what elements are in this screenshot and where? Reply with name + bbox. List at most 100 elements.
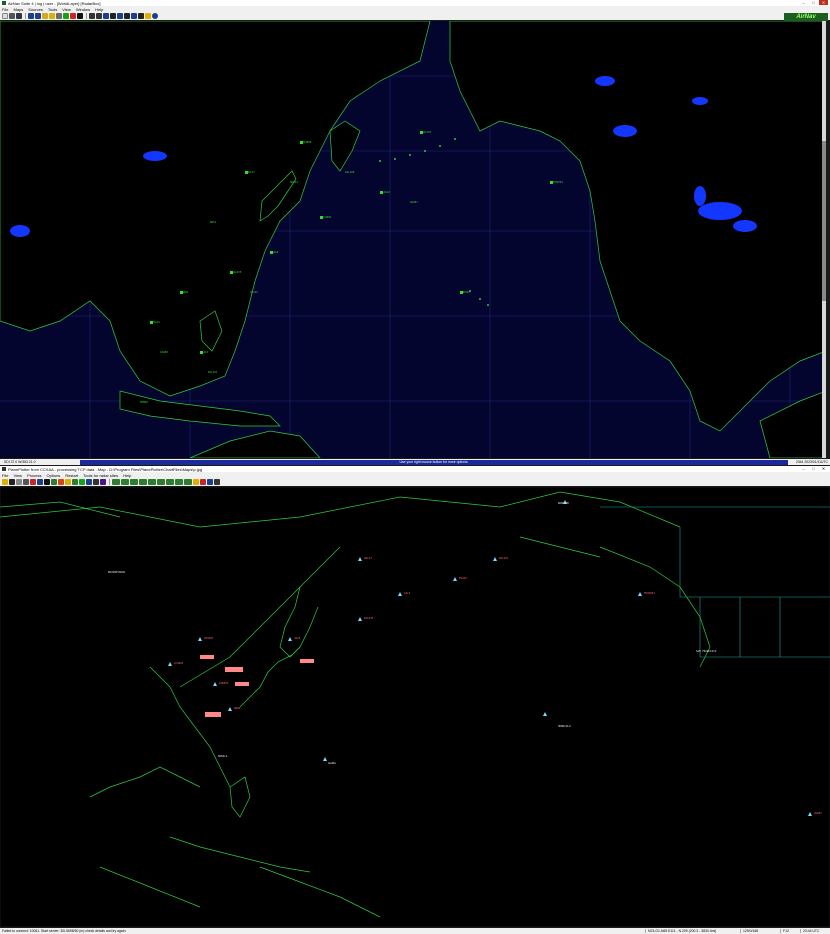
flight-label[interactable]: UAL27 xyxy=(247,171,255,174)
maximize-button[interactable]: □ xyxy=(809,466,818,471)
globe-icon[interactable] xyxy=(51,479,57,485)
flight-label[interactable]: FDX9051 xyxy=(552,181,563,184)
flight-label[interactable]: KAL035 xyxy=(364,617,373,620)
flight-label[interactable]: PAL101 xyxy=(208,371,217,374)
flight-label[interactable]: QFA15 xyxy=(250,291,258,294)
close-button[interactable]: ✕ xyxy=(819,0,828,5)
record-icon[interactable] xyxy=(70,13,76,19)
flight-label[interactable]: DAL167 xyxy=(499,557,508,560)
green-toggle-icon[interactable] xyxy=(184,479,192,485)
map-layer-icon[interactable] xyxy=(93,479,99,485)
aircraft-icon[interactable] xyxy=(65,479,71,485)
info-icon[interactable] xyxy=(152,13,158,19)
globe-icon[interactable] xyxy=(103,13,109,19)
flight-label[interactable]: UAL27 xyxy=(364,557,372,560)
flight-label[interactable]: ASA87 xyxy=(814,812,822,815)
chart-icon[interactable] xyxy=(37,479,43,485)
flight-label[interactable]: EVA15 xyxy=(459,577,467,580)
filter-icon[interactable] xyxy=(42,13,48,19)
green-toggle-icon[interactable] xyxy=(112,479,120,485)
green-toggle-icon[interactable] xyxy=(148,479,156,485)
flight-label[interactable]: JAL8 xyxy=(272,251,278,254)
check-icon[interactable] xyxy=(63,13,69,19)
bottom-menu-view[interactable]: View xyxy=(13,473,22,478)
flight-label[interactable]: ANA6 xyxy=(234,707,240,710)
bottom-menu-options[interactable]: Options xyxy=(47,473,61,478)
bottom-menu-process[interactable]: Process xyxy=(27,473,41,478)
satellite-icon[interactable] xyxy=(72,479,78,485)
zoom-out-icon[interactable] xyxy=(96,13,102,19)
grid-icon[interactable] xyxy=(110,13,116,19)
weather-icon[interactable] xyxy=(131,13,137,19)
flight-label[interactable]: JAL8 xyxy=(294,637,300,640)
forward-icon[interactable] xyxy=(214,479,220,485)
flight-label[interactable]: ASA87 xyxy=(410,201,418,204)
terrain-icon[interactable] xyxy=(138,13,144,19)
airport-icon[interactable] xyxy=(49,13,55,19)
map-icon[interactable] xyxy=(28,13,34,19)
top-menu-file[interactable]: File xyxy=(2,7,8,12)
flight-label[interactable]: ANA6 xyxy=(182,291,188,294)
bottom-menu-restart[interactable]: Restart xyxy=(65,473,78,478)
labels-icon[interactable] xyxy=(124,13,130,19)
top-map-canvas[interactable] xyxy=(0,21,826,458)
flight-label[interactable]: HVN50 xyxy=(140,401,148,404)
flight-label[interactable]: CCA981 xyxy=(322,216,331,219)
green-toggle-icon[interactable] xyxy=(130,479,138,485)
bottom-menu-tools-for-radar-sites[interactable]: Tools for radar sites xyxy=(83,473,118,478)
bottom-menu-file[interactable]: File xyxy=(2,473,8,478)
pin-icon[interactable] xyxy=(200,479,206,485)
green-toggle-icon[interactable] xyxy=(121,479,129,485)
flight-label[interactable]: EVA15 xyxy=(152,321,160,324)
flight-label[interactable]: FDX9051 xyxy=(644,592,655,595)
bottom-radar-map[interactable]: BANGKOK KRASNOYARSK SAN FRANCISCO HONOLU… xyxy=(0,487,830,927)
open-icon[interactable] xyxy=(9,13,15,19)
green-toggle-icon[interactable] xyxy=(166,479,174,485)
new-icon[interactable] xyxy=(2,13,8,19)
flight-label[interactable]: CPA880 xyxy=(302,141,311,144)
flight-label[interactable]: CSN303 xyxy=(219,682,228,685)
search-icon[interactable] xyxy=(56,13,62,19)
top-radar-map[interactable]: UAL27 CPA880 JAL8 KAL035 ANA6 EVA15 CAL5… xyxy=(0,21,826,458)
green-toggle-icon[interactable] xyxy=(157,479,165,485)
flight-label[interactable]: CAL5 xyxy=(202,351,208,354)
flight-label[interactable]: AAL169 xyxy=(345,171,354,174)
bottom-menu-help[interactable]: Help xyxy=(123,473,131,478)
layers-icon[interactable] xyxy=(35,13,41,19)
flight-label[interactable]: CCA981 xyxy=(174,662,183,665)
save-icon[interactable] xyxy=(16,13,22,19)
radar-icon[interactable] xyxy=(44,479,50,485)
flight-label[interactable]: GIA88 xyxy=(160,351,168,354)
top-menu-view[interactable]: View xyxy=(62,7,71,12)
alert-icon[interactable] xyxy=(145,13,151,19)
flight-label[interactable]: CES587 xyxy=(204,637,213,640)
green-toggle-icon[interactable] xyxy=(175,479,183,485)
help-icon[interactable] xyxy=(207,479,213,485)
zoom-in-icon[interactable] xyxy=(89,13,95,19)
flight-label[interactable]: UPS82 xyxy=(462,291,470,294)
tools-icon[interactable] xyxy=(23,479,29,485)
top-menu-window[interactable]: Window xyxy=(76,7,90,12)
radar-icon[interactable] xyxy=(77,13,83,19)
target-icon[interactable] xyxy=(58,479,64,485)
signal-icon[interactable] xyxy=(79,479,85,485)
flight-label[interactable]: KAL035 xyxy=(232,271,241,274)
green-toggle-icon[interactable] xyxy=(139,479,147,485)
minimize-button[interactable]: – xyxy=(799,0,808,5)
maximize-button[interactable]: □ xyxy=(809,0,818,5)
top-menu-maps[interactable]: Maps xyxy=(13,7,23,12)
close-button[interactable]: ✕ xyxy=(819,466,828,471)
track-icon[interactable] xyxy=(117,13,123,19)
minimize-button[interactable]: – xyxy=(799,466,808,471)
top-menu-tools[interactable]: Tools xyxy=(48,7,57,12)
weather-icon[interactable] xyxy=(100,479,106,485)
flight-label[interactable]: CAL5 xyxy=(404,592,410,595)
top-menu-sources[interactable]: Sources xyxy=(28,7,43,12)
flight-label[interactable]: MAS1 xyxy=(210,221,216,224)
flight-label[interactable]: SIA12 xyxy=(382,191,390,194)
stop-icon[interactable] xyxy=(9,479,15,485)
bottom-map-canvas[interactable] xyxy=(0,487,830,927)
folder-icon[interactable] xyxy=(2,479,8,485)
flight-label[interactable]: HAL24 xyxy=(290,181,298,184)
top-menu-help[interactable]: Help xyxy=(95,7,103,12)
